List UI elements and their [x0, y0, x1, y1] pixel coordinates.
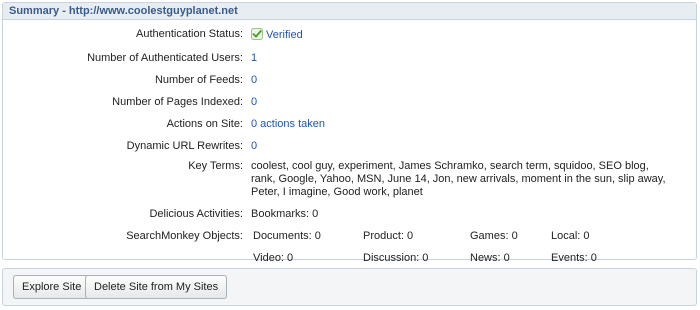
- delete-site-button[interactable]: Delete Site from My Sites: [85, 275, 228, 299]
- key-terms-label: Key Terms:: [188, 160, 243, 172]
- pages-indexed-value[interactable]: 0: [251, 96, 257, 108]
- delicious-value: Bookmarks: 0: [251, 208, 319, 220]
- explore-site-button[interactable]: Explore Site: [13, 275, 91, 299]
- searchmonkey-news: News: 0: [470, 252, 510, 264]
- searchmonkey-product: Product: 0: [363, 230, 414, 242]
- auth-status-value-group: Verified: [251, 28, 303, 41]
- searchmonkey-discussion: Discussion: 0: [363, 252, 429, 264]
- rewrites-label: Dynamic URL Rewrites:: [126, 140, 243, 152]
- auth-users-label: Number of Authenticated Users:: [87, 52, 243, 64]
- feeds-label: Number of Feeds:: [154, 74, 243, 86]
- auth-users-value[interactable]: 1: [251, 52, 257, 64]
- searchmonkey-local: Local: 0: [551, 230, 590, 242]
- summary-panel: Summary - http://www.coolestguyplanet.ne…: [2, 2, 697, 264]
- actions-value[interactable]: 0 actions taken: [251, 118, 325, 130]
- panel-title: Summary - http://www.coolestguyplanet.ne…: [3, 3, 696, 20]
- actions-label: Actions on Site:: [166, 118, 243, 130]
- searchmonkey-label: SearchMonkey Objects:: [126, 230, 243, 242]
- searchmonkey-video: Video: 0: [253, 252, 294, 264]
- auth-status-label: Authentication Status:: [135, 28, 243, 40]
- pages-indexed-label: Number of Pages Indexed:: [112, 96, 243, 108]
- searchmonkey-games: Games: 0: [470, 230, 518, 242]
- key-terms-value: coolest, cool guy, experiment, James Sch…: [251, 160, 666, 198]
- check-icon: [251, 28, 263, 40]
- rewrites-value[interactable]: 0: [251, 140, 257, 152]
- searchmonkey-events: Events: 0: [551, 252, 597, 264]
- searchmonkey-documents: Documents: 0: [253, 230, 321, 242]
- delicious-label: Delicious Activities:: [149, 208, 243, 220]
- verified-link[interactable]: Verified: [266, 29, 303, 41]
- action-bar: Explore Site Delete Site from My Sites: [2, 268, 697, 306]
- feeds-value[interactable]: 0: [251, 74, 257, 86]
